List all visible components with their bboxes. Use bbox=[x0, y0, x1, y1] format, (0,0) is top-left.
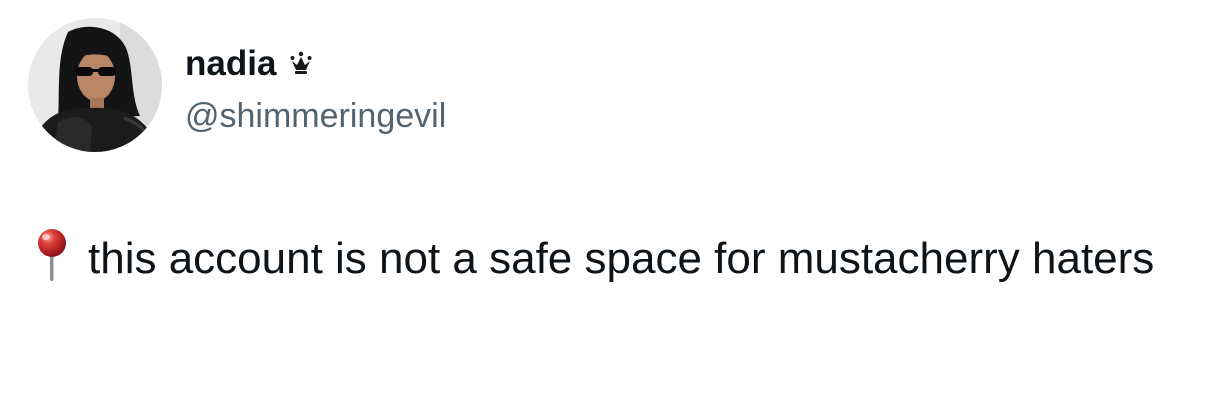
author-name-row: nadia bbox=[185, 42, 312, 86]
round-pushpin-icon bbox=[30, 227, 74, 283]
author-display-name[interactable]: nadia bbox=[185, 42, 276, 86]
avatar-photo bbox=[28, 18, 162, 152]
tweet-text: this account is not a safe space for mus… bbox=[30, 224, 1210, 293]
crown-icon bbox=[290, 51, 312, 77]
tweet-header: nadia @shimmeringevil bbox=[28, 18, 728, 154]
avatar[interactable] bbox=[28, 18, 162, 152]
tweet-text-content: this account is not a safe space for mus… bbox=[88, 234, 1155, 283]
author-handle[interactable]: @shimmeringevil bbox=[185, 94, 446, 138]
tweet-card: nadia @shimmeringevil this account is no… bbox=[0, 0, 1230, 410]
